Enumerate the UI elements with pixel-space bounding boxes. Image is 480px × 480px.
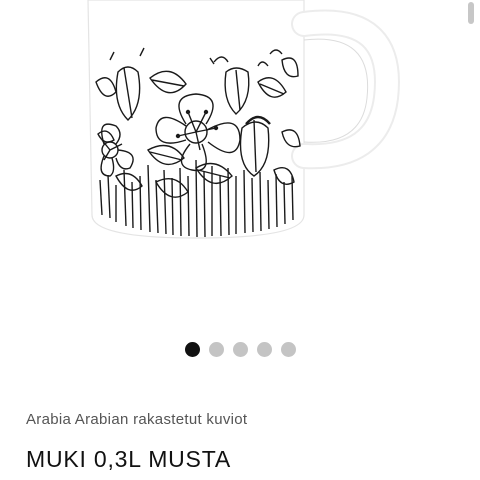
- carousel-dot-3[interactable]: [232, 341, 248, 357]
- product-page: Arabia Arabian rakastetut kuviot MUKI 0,…: [0, 0, 480, 480]
- mug-illustration: [87, 0, 400, 239]
- product-brand-line[interactable]: Arabia Arabian rakastetut kuviot: [26, 411, 247, 428]
- product-title: MUKI 0,3L MUSTA: [26, 446, 231, 472]
- scroll-indicator[interactable]: [468, 2, 474, 24]
- carousel-dot-5[interactable]: [280, 341, 296, 357]
- product-image[interactable]: [0, 0, 480, 300]
- carousel-dot-4[interactable]: [256, 341, 272, 357]
- carousel-dot-2[interactable]: [208, 341, 224, 357]
- carousel-dot-1[interactable]: [184, 341, 200, 357]
- image-carousel-pagination: [0, 340, 480, 358]
